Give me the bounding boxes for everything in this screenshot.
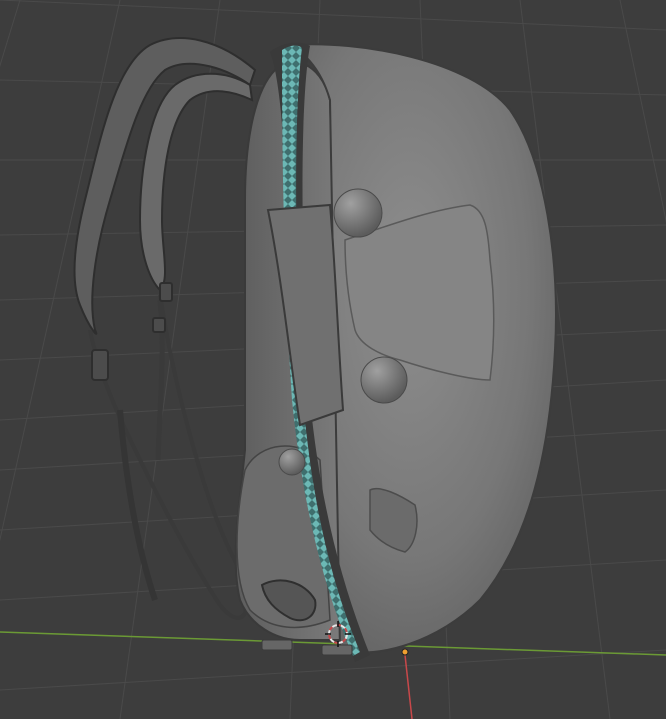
upper-knob: [333, 188, 383, 238]
foot-left: [261, 639, 293, 651]
side-knob: [278, 448, 306, 476]
foot-right: [321, 644, 353, 656]
3d-viewport[interactable]: [0, 0, 666, 719]
y-axis-line: [404, 654, 413, 719]
object-origin-icon: [401, 648, 409, 656]
middle-knob: [360, 356, 408, 404]
shoulder-strap[interactable]: [73, 37, 257, 620]
viewport-canvas[interactable]: [0, 0, 666, 719]
